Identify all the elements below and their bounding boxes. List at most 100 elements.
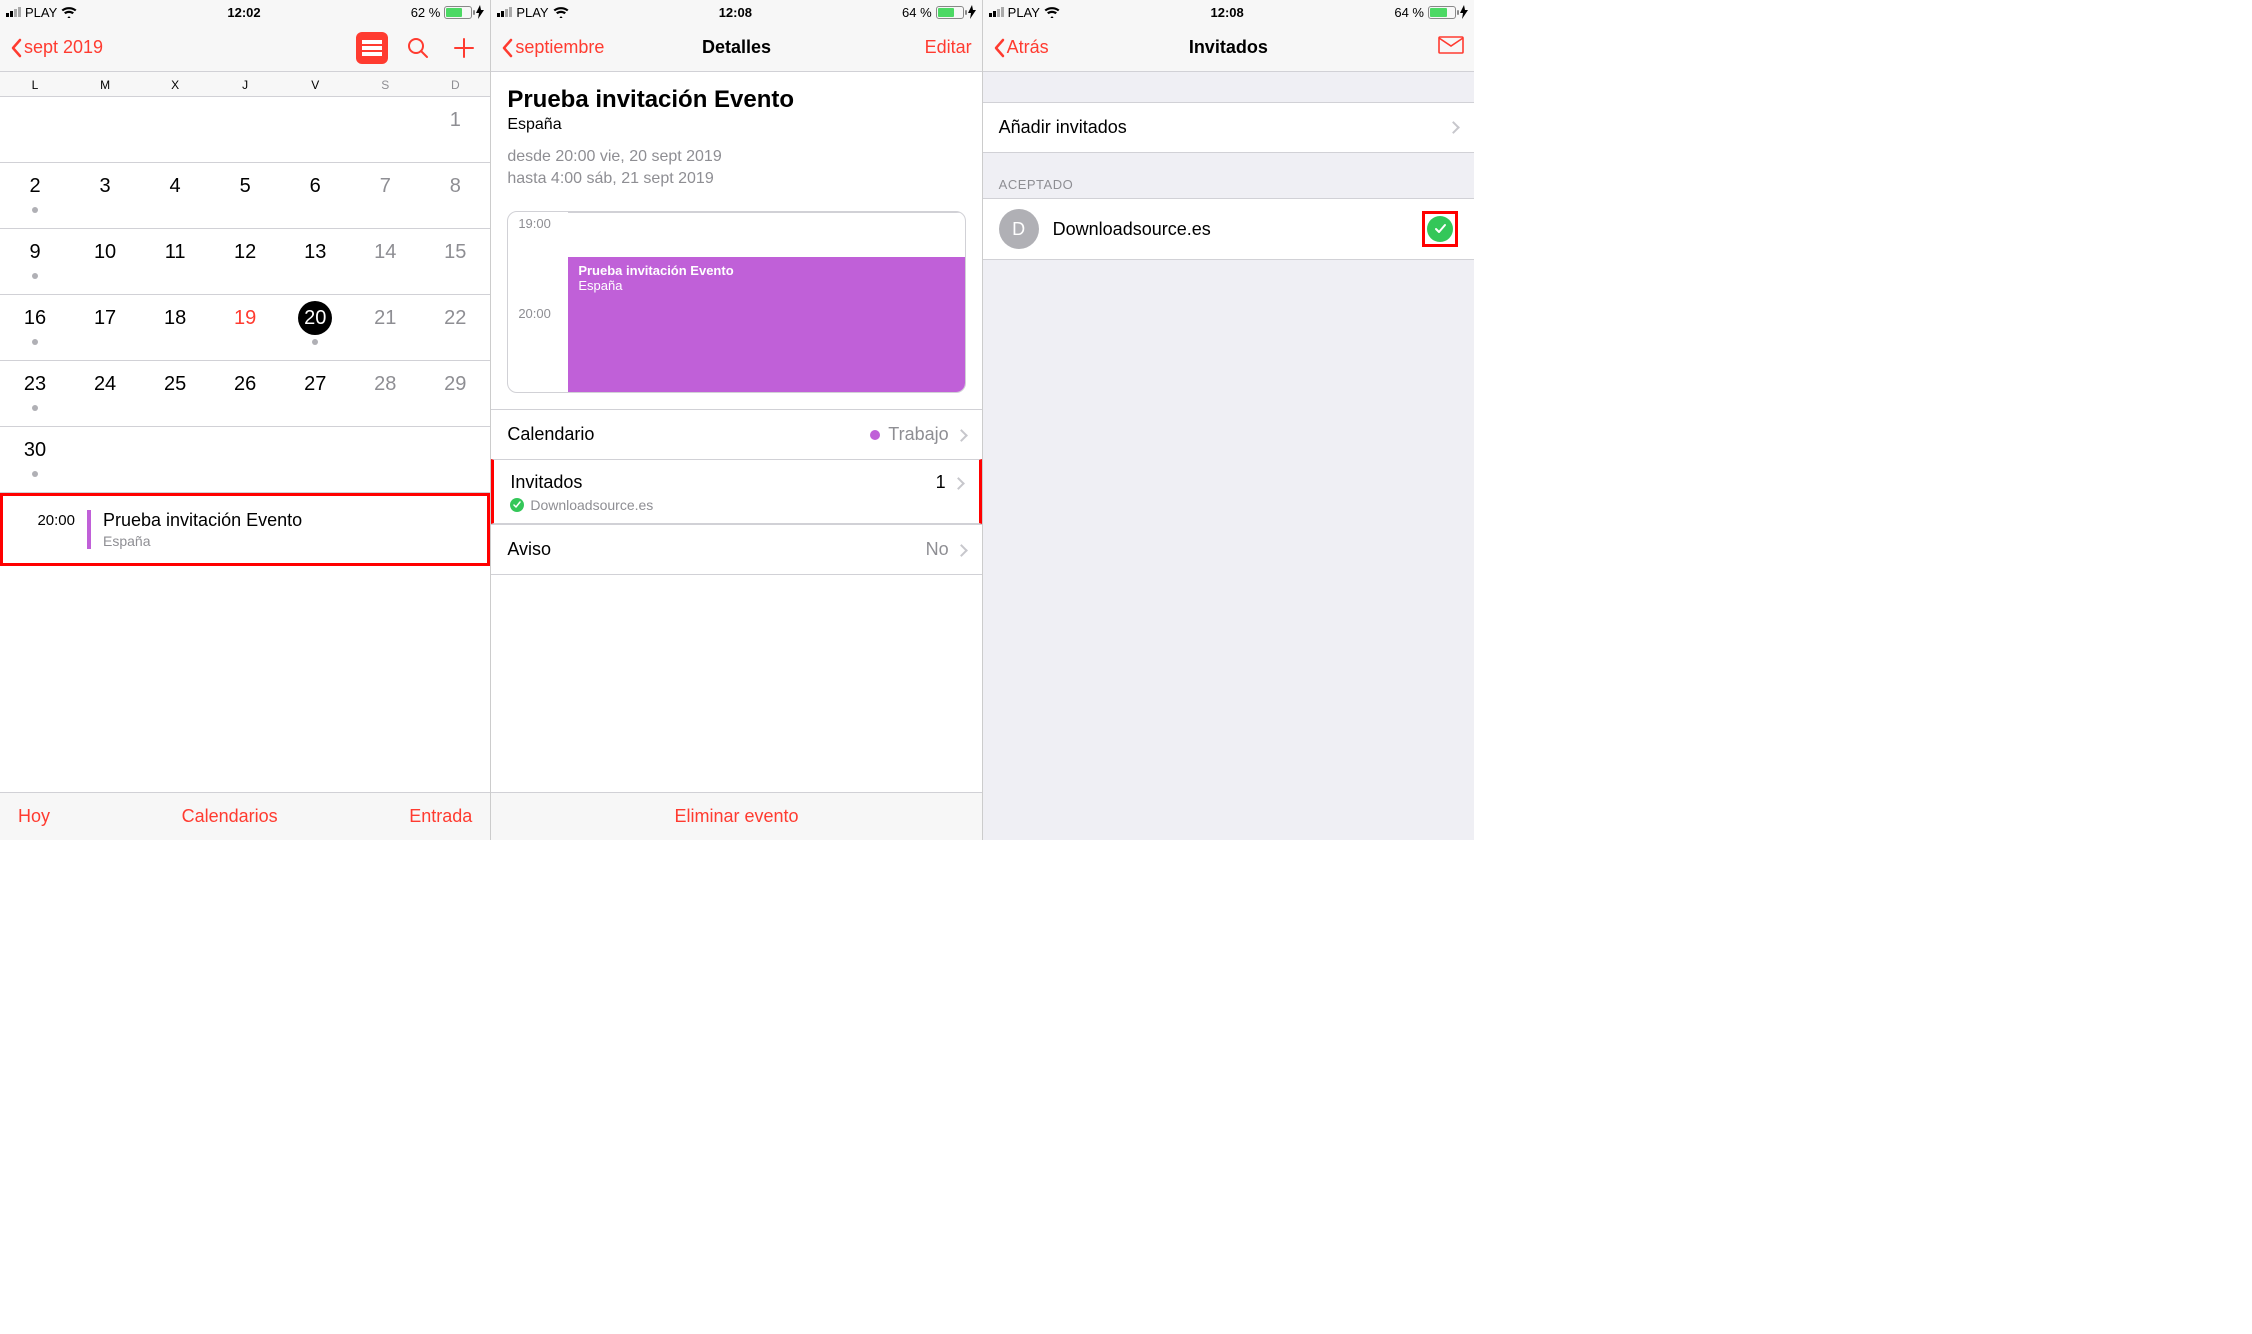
event-color-bar bbox=[87, 510, 91, 549]
accepted-status-icon bbox=[510, 498, 524, 512]
event-dot bbox=[32, 405, 38, 411]
calendars-button[interactable]: Calendarios bbox=[182, 806, 278, 827]
day-cell[interactable]: 20 bbox=[280, 295, 350, 361]
carrier-label: PLAY bbox=[1008, 5, 1040, 20]
day-number: 27 bbox=[298, 367, 332, 401]
status-time: 12:08 bbox=[1211, 5, 1244, 20]
battery-percent: 64 % bbox=[1394, 5, 1424, 20]
charging-icon bbox=[968, 5, 976, 19]
day-number: 22 bbox=[438, 301, 472, 335]
invitees-row[interactable]: Invitados 1 Downloadsource.es bbox=[491, 459, 981, 524]
day-cell[interactable]: 9 bbox=[0, 229, 70, 295]
add-invitees-row[interactable]: Añadir invitados bbox=[983, 102, 1474, 153]
day-cell[interactable]: 17 bbox=[70, 295, 140, 361]
day-number: 2 bbox=[18, 169, 52, 203]
day-cell[interactable]: 7 bbox=[350, 163, 420, 229]
event-dot bbox=[32, 471, 38, 477]
month-grid: 1234567891011121314151617181920212223242… bbox=[0, 97, 490, 493]
avatar: D bbox=[999, 209, 1039, 249]
day-number: 15 bbox=[438, 235, 472, 269]
event-end: hasta 4:00 sáb, 21 sept 2019 bbox=[507, 168, 965, 190]
day-cell bbox=[350, 97, 420, 163]
signal-icon bbox=[989, 7, 1004, 17]
back-button[interactable]: sept 2019 bbox=[10, 37, 103, 58]
day-number: 25 bbox=[158, 367, 192, 401]
day-cell[interactable]: 3 bbox=[70, 163, 140, 229]
battery-icon bbox=[444, 6, 472, 19]
day-cell[interactable]: 12 bbox=[210, 229, 280, 295]
day-cell[interactable]: 8 bbox=[420, 163, 490, 229]
day-cell[interactable]: 29 bbox=[420, 361, 490, 427]
add-event-button[interactable] bbox=[448, 32, 480, 64]
calendar-row[interactable]: Calendario Trabajo bbox=[491, 409, 981, 459]
day-cell[interactable]: 22 bbox=[420, 295, 490, 361]
day-cell[interactable]: 24 bbox=[70, 361, 140, 427]
wifi-icon bbox=[1044, 6, 1060, 18]
invitee-row[interactable]: D Downloadsource.es bbox=[983, 198, 1474, 260]
day-number bbox=[88, 433, 122, 467]
day-number: 24 bbox=[88, 367, 122, 401]
day-number: 13 bbox=[298, 235, 332, 269]
back-button[interactable]: Atrás bbox=[993, 37, 1049, 58]
day-cell[interactable]: 19 bbox=[210, 295, 280, 361]
day-cell[interactable]: 27 bbox=[280, 361, 350, 427]
back-button[interactable]: septiembre bbox=[501, 37, 604, 58]
day-cell[interactable]: 14 bbox=[350, 229, 420, 295]
day-number bbox=[368, 103, 402, 137]
alert-row[interactable]: Aviso No bbox=[491, 524, 981, 575]
day-cell[interactable]: 6 bbox=[280, 163, 350, 229]
envelope-icon bbox=[1438, 36, 1464, 54]
search-button[interactable] bbox=[402, 32, 434, 64]
status-bar: PLAY 12:08 64 % bbox=[983, 0, 1474, 24]
event-dot bbox=[32, 273, 38, 279]
day-number: 17 bbox=[88, 301, 122, 335]
event-dot bbox=[312, 339, 318, 345]
day-number: 21 bbox=[368, 301, 402, 335]
nav-title: Detalles bbox=[621, 37, 851, 58]
day-cell[interactable]: 25 bbox=[140, 361, 210, 427]
day-cell[interactable]: 18 bbox=[140, 295, 210, 361]
day-number bbox=[158, 103, 192, 137]
day-cell bbox=[140, 97, 210, 163]
day-cell[interactable]: 4 bbox=[140, 163, 210, 229]
calendar-color-dot bbox=[870, 430, 880, 440]
day-cell[interactable]: 30 bbox=[0, 427, 70, 493]
delete-event-button[interactable]: Eliminar evento bbox=[674, 806, 798, 827]
day-number bbox=[298, 103, 332, 137]
day-cell[interactable]: 28 bbox=[350, 361, 420, 427]
event-detail-title: Prueba invitación Evento bbox=[507, 86, 965, 114]
status-time: 12:08 bbox=[719, 5, 752, 20]
day-number bbox=[228, 103, 262, 137]
day-number: 1 bbox=[438, 103, 472, 137]
day-cell bbox=[210, 427, 280, 493]
day-number bbox=[158, 433, 192, 467]
day-number: 11 bbox=[158, 235, 192, 269]
day-cell[interactable]: 15 bbox=[420, 229, 490, 295]
day-cell bbox=[210, 97, 280, 163]
day-cell[interactable]: 23 bbox=[0, 361, 70, 427]
mail-button[interactable] bbox=[1438, 36, 1464, 59]
day-cell[interactable]: 11 bbox=[140, 229, 210, 295]
day-cell[interactable]: 13 bbox=[280, 229, 350, 295]
event-location: España bbox=[103, 533, 302, 549]
invitee-name: Downloadsource.es bbox=[1053, 219, 1408, 240]
day-cell bbox=[70, 97, 140, 163]
list-view-toggle[interactable] bbox=[356, 32, 388, 64]
day-cell[interactable]: 21 bbox=[350, 295, 420, 361]
today-button[interactable]: Hoy bbox=[18, 806, 50, 827]
day-cell[interactable]: 2 bbox=[0, 163, 70, 229]
chevron-right-icon bbox=[952, 477, 965, 490]
event-dot bbox=[32, 207, 38, 213]
day-cell[interactable]: 1 bbox=[420, 97, 490, 163]
day-cell[interactable]: 16 bbox=[0, 295, 70, 361]
edit-button[interactable]: Editar bbox=[925, 37, 972, 58]
timeline-event-block[interactable]: Prueba invitación Evento España bbox=[568, 257, 964, 392]
day-cell[interactable]: 26 bbox=[210, 361, 280, 427]
status-highlight-box bbox=[1422, 211, 1458, 247]
day-cell[interactable]: 10 bbox=[70, 229, 140, 295]
inbox-button[interactable]: Entrada bbox=[409, 806, 472, 827]
day-cell[interactable]: 5 bbox=[210, 163, 280, 229]
day-number bbox=[228, 433, 262, 467]
day-number bbox=[88, 103, 122, 137]
event-row[interactable]: 20:00 Prueba invitación Evento España bbox=[0, 493, 490, 566]
